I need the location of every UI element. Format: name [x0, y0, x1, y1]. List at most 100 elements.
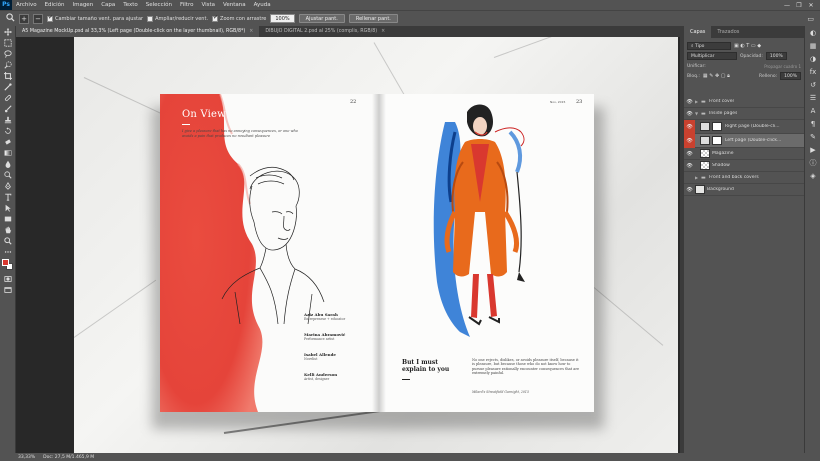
navigator-panel-icon[interactable]: ◈	[805, 169, 820, 182]
zoom-tool-icon[interactable]	[6, 13, 15, 24]
layer-thumbnail[interactable]	[700, 136, 710, 145]
canvas-area[interactable]: 22 On View I give a pleasure that has no…	[16, 37, 680, 453]
type-tool-icon[interactable]	[0, 191, 16, 202]
menu-edicion[interactable]: Edición	[41, 0, 69, 10]
layer-thumbnail[interactable]	[700, 149, 710, 158]
crop-tool-icon[interactable]	[0, 70, 16, 81]
zoom-in-icon[interactable]: +	[19, 13, 29, 24]
gradient-tool-icon[interactable]	[0, 147, 16, 158]
workspace-icon[interactable]: ▭	[807, 15, 820, 23]
history-panel-icon[interactable]: ↺	[805, 78, 820, 91]
screen-mode-icon[interactable]	[0, 284, 16, 295]
tab-dibujo-digital[interactable]: DIBUJO DIGITAL 2.psd al 25% (complis, RG…	[259, 26, 391, 37]
tab-magazine-mockup[interactable]: A5 Magazine MockUp.psd al 33,3% (Left pa…	[16, 26, 260, 37]
fill-screen-button[interactable]: Rellenar pant.	[348, 14, 398, 23]
lock-icons[interactable]: ▦ ✎ ✥ ▢ 🔒︎	[703, 73, 730, 79]
layer-shadow[interactable]: 👁︎ Shadow	[684, 160, 804, 172]
blur-tool-icon[interactable]	[0, 158, 16, 169]
layer-front-back-covers[interactable]: 👁︎ ▶ ▬ Front and back covers	[684, 172, 804, 184]
zoom-level[interactable]: 33,33%	[18, 455, 35, 460]
close-icon[interactable]: ×	[249, 26, 253, 37]
tab-trazados[interactable]: Trazados	[711, 26, 745, 38]
more-tools-icon[interactable]	[0, 246, 16, 257]
color-swatches[interactable]	[0, 257, 16, 273]
fit-screen-button[interactable]: Ajustar pant.	[298, 14, 345, 23]
pen-tool-icon[interactable]	[0, 180, 16, 191]
layer-right-page[interactable]: 👁︎ Right page (Double-cli...	[684, 119, 804, 134]
right-page[interactable]: Nov, 2015 23 But I must explain to you N…	[380, 94, 594, 412]
eye-icon[interactable]: 👁︎	[684, 133, 695, 148]
menu-vista[interactable]: Vista	[197, 0, 219, 10]
blend-mode-select[interactable]: Multiplicar	[687, 52, 737, 60]
swatches-panel-icon[interactable]: ▦	[805, 39, 820, 52]
layer-magazine[interactable]: 👁︎ Magazine	[684, 148, 804, 160]
resize-windows-checkbox[interactable]: Cambiar tamaño vent. para ajustar	[47, 14, 143, 22]
left-page[interactable]: 22 On View I give a pleasure that has no…	[160, 94, 382, 412]
eye-hidden-icon[interactable]: 👁︎	[684, 175, 695, 181]
close-icon[interactable]: ×	[381, 26, 385, 37]
eraser-tool-icon[interactable]	[0, 136, 16, 147]
minimize-button[interactable]: —	[782, 2, 792, 9]
foreground-color-swatch[interactable]	[2, 259, 9, 266]
path-selection-tool-icon[interactable]	[0, 202, 16, 213]
eye-icon[interactable]: 👁︎	[684, 111, 695, 117]
properties-panel-icon[interactable]: ☰	[805, 91, 820, 104]
info-panel-icon[interactable]: ⓘ	[805, 156, 820, 169]
scrubby-zoom-checkbox[interactable]: Zoom con arrastre	[212, 14, 266, 22]
eye-icon[interactable]: 👁︎	[684, 119, 695, 134]
hand-tool-icon[interactable]	[0, 224, 16, 235]
layer-mask-thumbnail[interactable]	[712, 136, 722, 145]
menu-imagen[interactable]: Imagen	[68, 0, 97, 10]
eye-icon[interactable]: 👁︎	[684, 187, 695, 193]
fill-field[interactable]: 100%	[780, 72, 801, 80]
layer-front-cover[interactable]: 👁︎ ▶ ▬ Front cover	[684, 96, 804, 108]
menu-filtro[interactable]: Filtro	[176, 0, 197, 10]
brushes-panel-icon[interactable]: ✎	[805, 130, 820, 143]
tab-capas[interactable]: Capas	[684, 26, 712, 38]
eyedropper-tool-icon[interactable]	[0, 81, 16, 92]
opacity-field[interactable]: 100%	[765, 52, 787, 60]
restore-button[interactable]: ❐	[794, 2, 804, 9]
layer-background[interactable]: 👁︎ Background	[684, 184, 804, 196]
zoom-value-field[interactable]: 100%	[270, 14, 295, 23]
menu-ventana[interactable]: Ventana	[219, 0, 250, 10]
menu-texto[interactable]: Texto	[119, 0, 142, 10]
propagate-label[interactable]: Propagar cuadro 1	[764, 64, 801, 69]
history-brush-tool-icon[interactable]	[0, 125, 16, 136]
clone-stamp-tool-icon[interactable]	[0, 114, 16, 125]
layer-thumbnail[interactable]	[695, 185, 705, 194]
color-panel-icon[interactable]: ◐	[805, 26, 820, 39]
styles-panel-icon[interactable]: fx	[805, 65, 820, 78]
marquee-tool-icon[interactable]	[0, 37, 16, 48]
adjustments-panel-icon[interactable]: ◑	[805, 52, 820, 65]
zoom-tool-sidebar-icon[interactable]	[0, 235, 16, 246]
quick-mask-icon[interactable]	[0, 273, 16, 284]
close-button[interactable]: ✕	[806, 2, 816, 9]
actions-panel-icon[interactable]: ▶	[805, 143, 820, 156]
paragraph-panel-icon[interactable]: ¶	[805, 117, 820, 130]
brush-tool-icon[interactable]	[0, 103, 16, 114]
menu-seleccion[interactable]: Selección	[142, 0, 176, 10]
layer-mask-thumbnail[interactable]	[712, 122, 722, 131]
zoom-out-icon[interactable]: −	[33, 13, 43, 24]
healing-brush-tool-icon[interactable]	[0, 92, 16, 103]
move-tool-icon[interactable]	[0, 26, 16, 37]
eye-icon[interactable]: 👁︎	[684, 163, 695, 169]
layer-thumbnail[interactable]	[700, 122, 710, 131]
layer-inside-pages[interactable]: 👁︎ ▼ ▬ Inside pages	[684, 108, 804, 120]
filter-icons[interactable]: ▣ ◐ T ▭ ◆	[734, 43, 761, 49]
menu-archivo[interactable]: Archivo	[12, 0, 41, 10]
zoom-all-checkbox[interactable]: Ampliar/reducir vent.	[147, 15, 208, 22]
menu-ayuda[interactable]: Ayuda	[250, 0, 275, 10]
layer-left-page[interactable]: 👁︎ Left page (Double-click...	[684, 133, 804, 148]
document-canvas[interactable]: 22 On View I give a pleasure that has no…	[74, 37, 678, 453]
quick-select-tool-icon[interactable]	[0, 59, 16, 70]
eye-icon[interactable]: 👁︎	[684, 99, 695, 105]
eye-icon[interactable]: 👁︎	[684, 151, 695, 157]
dodge-tool-icon[interactable]	[0, 169, 16, 180]
character-panel-icon[interactable]: A	[805, 104, 820, 117]
menu-capa[interactable]: Capa	[97, 0, 119, 10]
lasso-tool-icon[interactable]	[0, 48, 16, 59]
layer-thumbnail[interactable]	[700, 161, 710, 170]
rectangle-tool-icon[interactable]	[0, 213, 16, 224]
